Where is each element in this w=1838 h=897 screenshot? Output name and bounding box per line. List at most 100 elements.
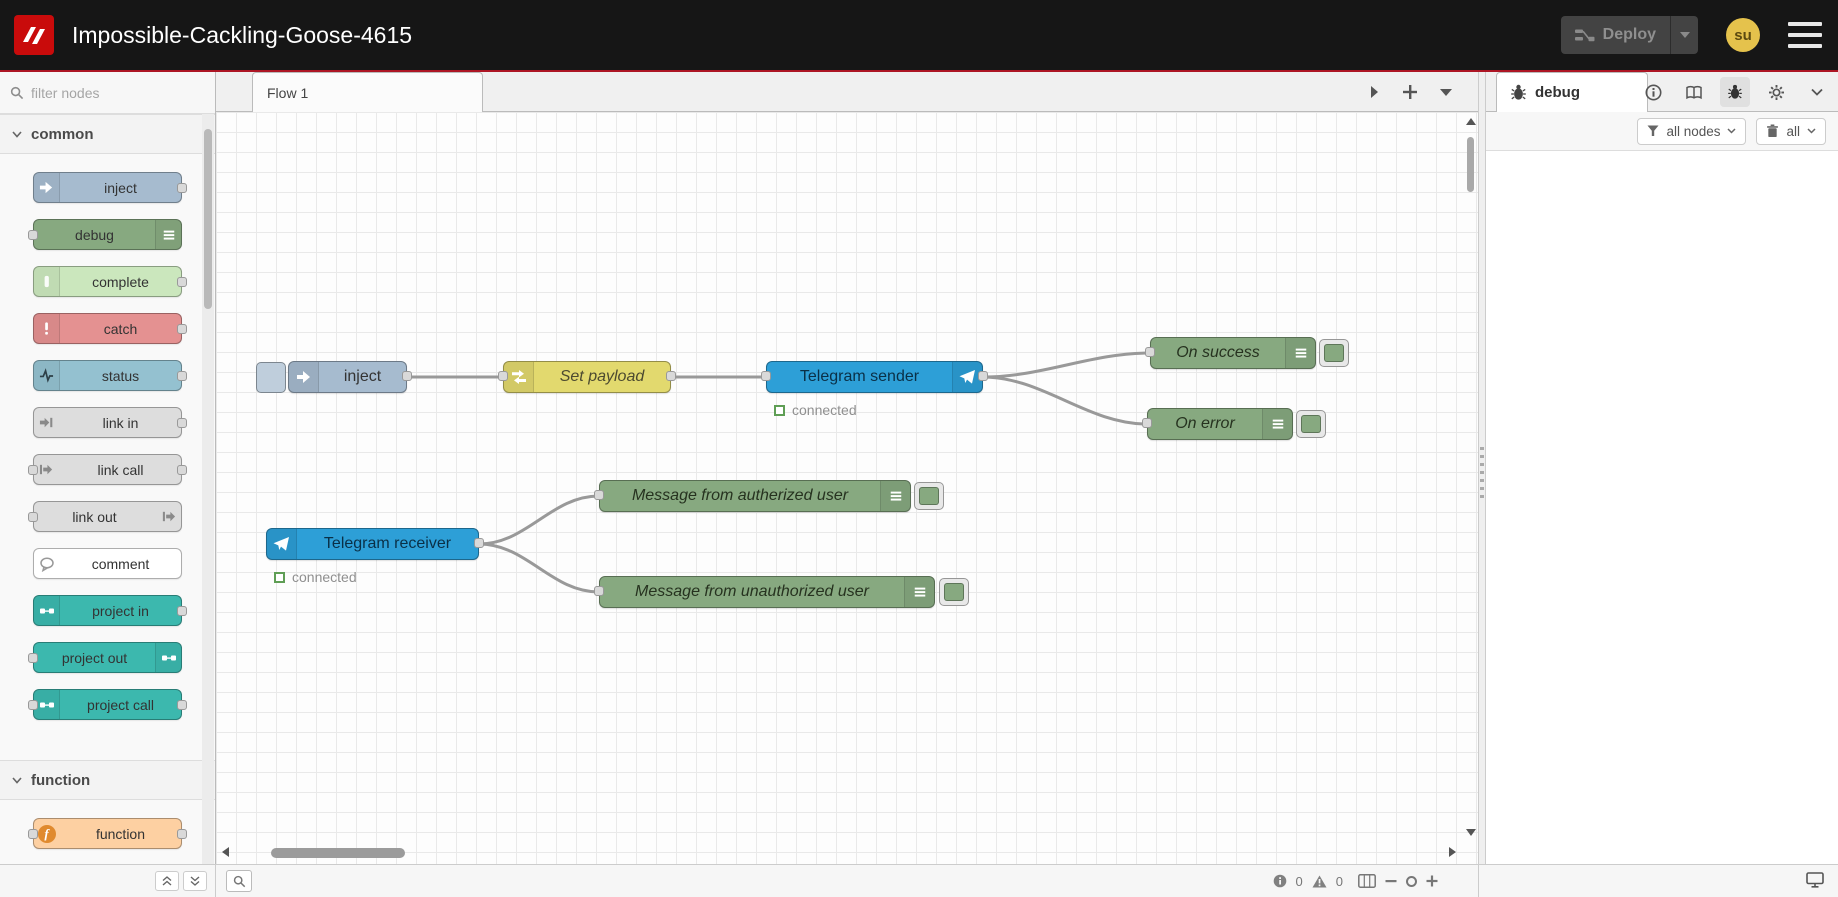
category-header-function[interactable]: function bbox=[0, 760, 215, 800]
navigator-toggle-button[interactable] bbox=[1358, 874, 1376, 888]
palette-node-link-out[interactable]: link out bbox=[28, 501, 182, 532]
node-label: On error bbox=[1175, 415, 1235, 432]
scroll-down-arrow-icon[interactable] bbox=[1466, 829, 1476, 836]
input-port[interactable] bbox=[28, 511, 38, 522]
tab-debug[interactable]: debug bbox=[1496, 72, 1648, 112]
input-port[interactable] bbox=[761, 371, 771, 381]
scroll-left-arrow-icon[interactable] bbox=[222, 847, 229, 857]
output-port[interactable] bbox=[474, 538, 484, 548]
flow-node-inject[interactable]: inject bbox=[288, 361, 412, 393]
config-tab-button[interactable] bbox=[1761, 77, 1791, 107]
flow-list-button[interactable] bbox=[1432, 78, 1460, 106]
palette-filter-input[interactable] bbox=[31, 84, 181, 101]
palette-node-project-call[interactable]: project call bbox=[28, 689, 187, 720]
flow-node-set-payload[interactable]: Set payload bbox=[498, 361, 676, 393]
input-port[interactable] bbox=[594, 490, 604, 500]
output-port[interactable] bbox=[177, 323, 187, 334]
sidebar-resize-handle[interactable] bbox=[1478, 72, 1486, 864]
flow-node-on-error[interactable]: On error bbox=[1142, 408, 1293, 440]
output-port[interactable] bbox=[177, 828, 187, 839]
sidebar-menu-button[interactable] bbox=[1802, 77, 1832, 107]
zoom-in-button[interactable] bbox=[1426, 875, 1438, 887]
palette-node-status[interactable]: status bbox=[33, 360, 187, 391]
palette-node-comment[interactable]: comment bbox=[33, 548, 182, 579]
canvas-vertical-scrollbar[interactable] bbox=[1462, 112, 1478, 842]
wire[interactable] bbox=[982, 375, 1148, 426]
canvas-horizontal-scrollbar[interactable] bbox=[216, 842, 1462, 864]
scroll-up-arrow-icon[interactable] bbox=[1466, 118, 1476, 125]
output-port[interactable] bbox=[177, 605, 187, 616]
horizontal-scrollbar-thumb[interactable] bbox=[271, 848, 405, 858]
palette-node-project-in[interactable]: project in bbox=[33, 595, 187, 626]
palette-scrollbar[interactable] bbox=[202, 114, 214, 864]
flow-node-message-unauthorized[interactable]: Message from unauthorized user bbox=[594, 576, 935, 608]
zoom-out-button[interactable] bbox=[1385, 875, 1397, 887]
palette-node-label: debug bbox=[75, 226, 114, 243]
input-port[interactable] bbox=[28, 464, 38, 475]
debug-enable-toggle[interactable] bbox=[1296, 410, 1326, 438]
main-menu-button[interactable] bbox=[1788, 22, 1822, 48]
tab-actions bbox=[1360, 72, 1460, 112]
info-tab-button[interactable] bbox=[1638, 77, 1668, 107]
palette-scrollbar-thumb[interactable] bbox=[204, 129, 212, 309]
tab-scroll-right-button[interactable] bbox=[1360, 78, 1388, 106]
expand-categories-button[interactable] bbox=[183, 871, 207, 891]
tab-flow-1[interactable]: Flow 1 bbox=[252, 72, 483, 112]
palette-node-complete[interactable]: complete bbox=[33, 266, 187, 297]
collapse-categories-button[interactable] bbox=[155, 871, 179, 891]
palette-node-function[interactable]: function bbox=[28, 818, 187, 849]
output-port[interactable] bbox=[402, 371, 412, 381]
category-header-common[interactable]: common bbox=[0, 114, 215, 154]
palette-node-catch[interactable]: catch bbox=[33, 313, 187, 344]
debug-filter-button[interactable]: all nodes bbox=[1637, 117, 1747, 145]
input-port[interactable] bbox=[498, 371, 508, 381]
scroll-right-arrow-icon[interactable] bbox=[1449, 847, 1456, 857]
output-port[interactable] bbox=[177, 417, 187, 428]
node-label: Telegram sender bbox=[799, 368, 920, 385]
flow-node-telegram-sender[interactable]: Telegram sender bbox=[761, 361, 988, 393]
flow-node-on-success[interactable]: On success bbox=[1145, 337, 1316, 369]
user-avatar[interactable]: su bbox=[1726, 18, 1760, 52]
palette-node-project-out[interactable]: project out bbox=[28, 642, 182, 673]
debug-enable-toggle[interactable] bbox=[939, 578, 969, 606]
deploy-options-button[interactable] bbox=[1670, 16, 1698, 54]
node-red-logo[interactable] bbox=[14, 15, 54, 55]
debug-clear-button[interactable]: all bbox=[1756, 117, 1826, 145]
palette-node-link-in[interactable]: link in bbox=[33, 407, 187, 438]
wire[interactable] bbox=[478, 494, 600, 546]
open-debug-window-button[interactable] bbox=[1806, 872, 1824, 888]
input-port[interactable] bbox=[1145, 347, 1155, 357]
debug-enable-toggle[interactable] bbox=[914, 482, 944, 510]
deploy-button[interactable]: Deploy bbox=[1561, 16, 1670, 54]
inject-trigger-button[interactable] bbox=[256, 362, 286, 393]
search-flows-button[interactable] bbox=[226, 870, 252, 892]
vertical-scrollbar-thumb[interactable] bbox=[1467, 137, 1474, 192]
output-port[interactable] bbox=[177, 699, 187, 710]
output-port[interactable] bbox=[666, 371, 676, 381]
input-port[interactable] bbox=[1142, 418, 1152, 428]
input-port[interactable] bbox=[28, 229, 38, 240]
palette-node-inject[interactable]: inject bbox=[33, 172, 187, 203]
input-port[interactable] bbox=[28, 652, 38, 663]
input-port[interactable] bbox=[28, 699, 38, 710]
output-port[interactable] bbox=[978, 371, 988, 381]
input-port[interactable] bbox=[28, 828, 38, 839]
add-flow-button[interactable] bbox=[1396, 78, 1424, 106]
flow-node-message-authorized[interactable]: Message from autherized user bbox=[594, 480, 911, 512]
output-port[interactable] bbox=[177, 370, 187, 381]
output-port[interactable] bbox=[177, 464, 187, 475]
debug-enable-toggle[interactable] bbox=[1319, 339, 1349, 367]
wire[interactable] bbox=[478, 542, 600, 594]
debug-tab-button[interactable] bbox=[1720, 77, 1750, 107]
output-port[interactable] bbox=[177, 182, 187, 193]
flow-canvas[interactable]: inject Set payload Telegram sender conne… bbox=[216, 112, 1478, 864]
palette-node-debug[interactable]: debug bbox=[28, 219, 182, 250]
flow-node-telegram-receiver[interactable]: Telegram receiver bbox=[266, 528, 484, 560]
input-port[interactable] bbox=[594, 586, 604, 596]
output-port[interactable] bbox=[177, 276, 187, 287]
zoom-reset-button[interactable] bbox=[1406, 875, 1417, 887]
help-tab-button[interactable] bbox=[1679, 77, 1709, 107]
comment-bubble-icon bbox=[34, 549, 60, 578]
palette-node-link-call[interactable]: link call bbox=[28, 454, 187, 485]
wire[interactable] bbox=[982, 351, 1151, 379]
